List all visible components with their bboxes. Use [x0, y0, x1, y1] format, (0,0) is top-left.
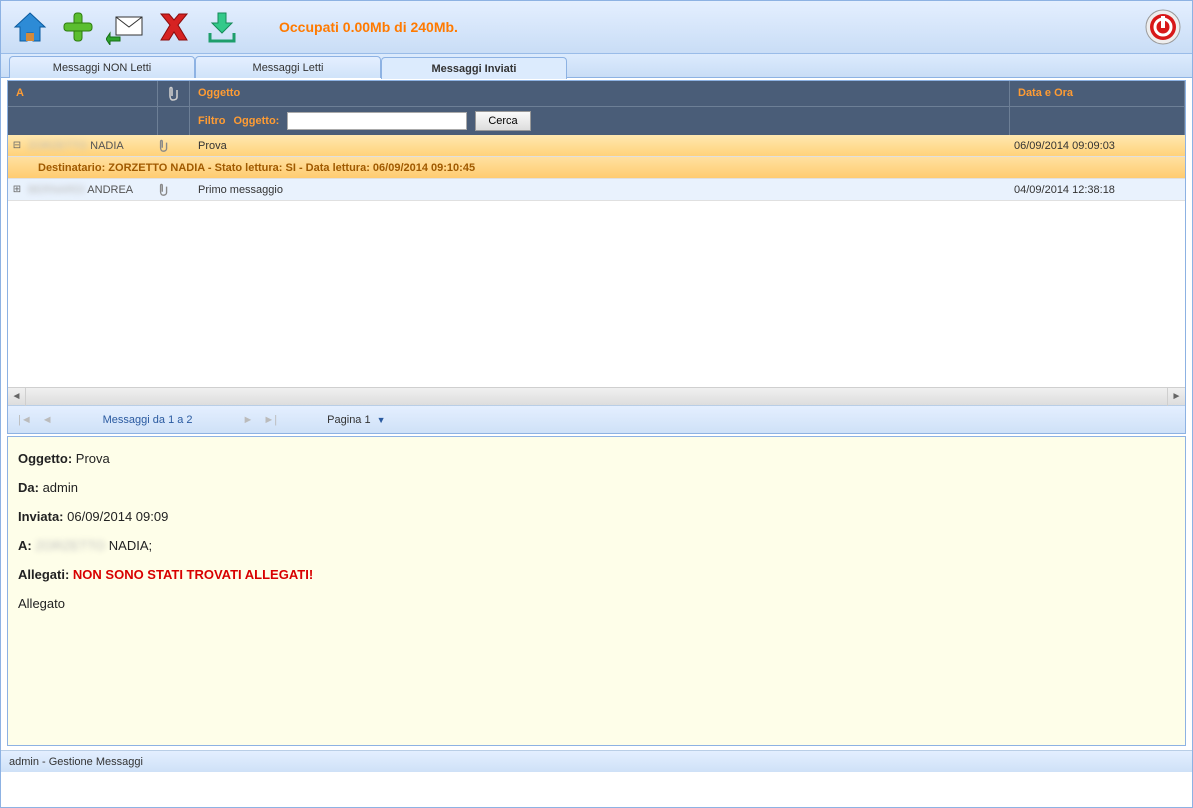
- cell-subject: Primo messaggio: [190, 184, 1010, 196]
- reply-icon: [106, 9, 146, 45]
- preview-attachments-label: Allegati:: [18, 567, 69, 582]
- col-header-attachment[interactable]: [158, 81, 189, 107]
- pager-first[interactable]: |◄: [18, 414, 32, 426]
- table-row[interactable]: ⊞ BERNARDI ANDREA Primo messaggio 04/09/…: [8, 179, 1185, 201]
- preview-subject-label: Oggetto:: [18, 451, 72, 466]
- paperclip-icon: [167, 86, 181, 102]
- pager-last[interactable]: ►|: [263, 414, 277, 426]
- download-icon: [204, 9, 240, 45]
- delete-icon: [157, 10, 191, 44]
- cell-date: 06/09/2014 09:09:03: [1010, 140, 1185, 152]
- pager-prev[interactable]: ◄: [42, 414, 53, 426]
- expand-toggle[interactable]: ⊟: [8, 140, 26, 151]
- page-label: Pagina 1: [327, 414, 370, 426]
- preview-attachments-value: NON SONO STATI TROVATI ALLEGATI!: [69, 567, 313, 582]
- preview-sent-value: 06/09/2014 09:09: [64, 509, 169, 524]
- cell-recipient: BERNARDI ANDREA: [26, 184, 158, 196]
- tab-sent[interactable]: Messaggi Inviati: [381, 57, 567, 79]
- grid-body: ⊟ ZORZETTO NADIA Prova 06/09/2014 09:09:…: [8, 135, 1185, 387]
- cell-date: 04/09/2014 12:38:18: [1010, 184, 1185, 196]
- scroll-left-arrow[interactable]: ◄: [8, 388, 26, 406]
- preview-attachment-link[interactable]: Allegato: [18, 596, 1175, 611]
- status-bar: admin - Gestione Messaggi: [1, 750, 1192, 772]
- preview-subject-value: Prova: [72, 451, 110, 466]
- paperclip-icon: [158, 183, 170, 197]
- preview-sent-label: Inviata:: [18, 509, 64, 524]
- search-button[interactable]: Cerca: [475, 111, 530, 131]
- col-header-date[interactable]: Data e Ora: [1010, 81, 1184, 107]
- paperclip-icon: [158, 139, 170, 153]
- pager-next[interactable]: ►: [243, 414, 254, 426]
- horizontal-scrollbar[interactable]: ◄ ►: [8, 387, 1185, 405]
- row-detail: Destinatario: ZORZETTO NADIA - Stato let…: [8, 157, 1185, 179]
- grid-header: A Oggetto Filtro Oggetto: Cerca Data e O…: [8, 81, 1185, 135]
- reply-button[interactable]: [105, 6, 147, 48]
- power-icon: [1144, 8, 1182, 46]
- col-header-a[interactable]: A: [8, 81, 157, 107]
- toolbar: Occupati 0.00Mb di 240Mb.: [1, 1, 1192, 54]
- cell-recipient: ZORZETTO NADIA: [26, 140, 158, 152]
- tab-read[interactable]: Messaggi Letti: [195, 56, 381, 78]
- page-dropdown[interactable]: ▼: [377, 415, 386, 425]
- home-button[interactable]: [9, 6, 51, 48]
- preview-to-label: A:: [18, 538, 32, 553]
- preview-to-value: NADIA;: [105, 538, 152, 553]
- cell-subject: Prova: [190, 140, 1010, 152]
- table-row[interactable]: ⊟ ZORZETTO NADIA Prova 06/09/2014 09:09:…: [8, 135, 1185, 157]
- plus-icon: [60, 9, 96, 45]
- col-header-subject[interactable]: Oggetto: [190, 81, 1009, 107]
- download-button[interactable]: [201, 6, 243, 48]
- delete-button[interactable]: [153, 6, 195, 48]
- new-message-button[interactable]: [57, 6, 99, 48]
- cell-attachment: [158, 183, 190, 197]
- pager-info: Messaggi da 1 a 2: [103, 414, 193, 426]
- filter-subject-label: Oggetto:: [234, 115, 280, 127]
- filter-label: Filtro: [198, 115, 226, 127]
- pager: |◄ ◄ Messaggi da 1 a 2 ► ►| Pagina 1 ▼: [8, 405, 1185, 433]
- expand-toggle[interactable]: ⊞: [8, 184, 26, 195]
- tab-bar: Messaggi NON Letti Messaggi Letti Messag…: [1, 54, 1192, 78]
- scroll-right-arrow[interactable]: ►: [1167, 388, 1185, 406]
- home-icon: [12, 9, 48, 45]
- tab-unread[interactable]: Messaggi NON Letti: [9, 56, 195, 78]
- cell-attachment: [158, 139, 190, 153]
- preview-to-blur: ZORZETTO: [35, 538, 105, 553]
- status-text: admin - Gestione Messaggi: [9, 756, 143, 768]
- filter-input[interactable]: [287, 112, 467, 130]
- message-grid: A Oggetto Filtro Oggetto: Cerca Data e O…: [7, 80, 1186, 434]
- storage-status: Occupati 0.00Mb di 240Mb.: [279, 19, 458, 35]
- message-preview: Oggetto: Prova Da: admin Inviata: 06/09/…: [7, 436, 1186, 746]
- preview-from-value: admin: [39, 480, 78, 495]
- preview-from-label: Da:: [18, 480, 39, 495]
- logout-button[interactable]: [1142, 6, 1184, 48]
